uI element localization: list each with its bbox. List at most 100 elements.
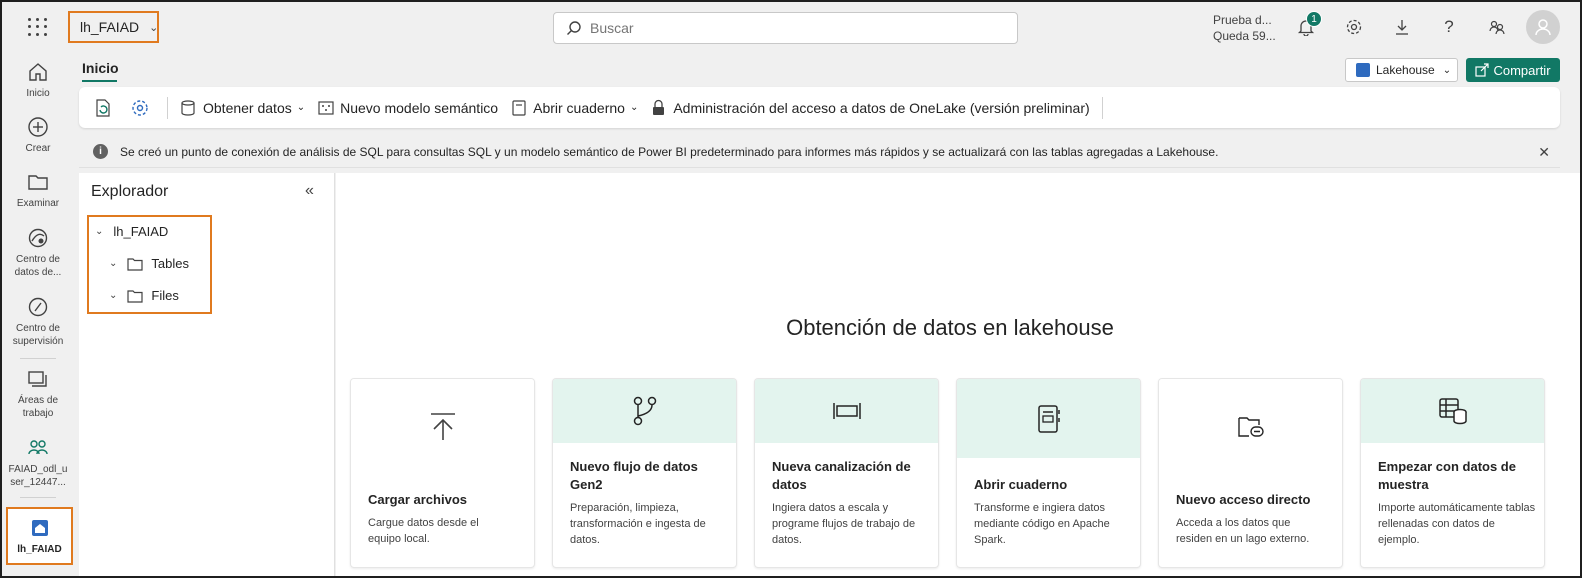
new-semantic-model-button[interactable]: Nuevo modelo semántico (317, 99, 498, 117)
card-data-pipeline[interactable]: Nueva canalización de datos Ingiera dato… (754, 378, 939, 568)
app-launcher-icon[interactable] (26, 16, 48, 38)
ribbon-divider (167, 96, 168, 119)
rail-item-active-lakehouse[interactable]: lh_FAIAD (6, 507, 73, 565)
tree-label: lh_FAIAD (113, 224, 169, 239)
tree-item-lakehouse[interactable]: ⌄ lh_FAIAD (95, 224, 168, 239)
semantic-model-icon (318, 100, 334, 115)
share-button-label: Compartir (1493, 62, 1551, 78)
lakehouse-button-label: Lakehouse (1376, 63, 1435, 77)
notifications-button[interactable]: 1 (1294, 11, 1322, 39)
trial-line-2: Queda 59... (1213, 29, 1276, 43)
card-title: Nuevo acceso directo (1176, 492, 1311, 507)
get-data-label: Obtener datos (203, 99, 292, 116)
open-notebook-label: Abrir cuaderno (533, 99, 625, 116)
info-icon: i (93, 144, 108, 159)
rail-item-monitor[interactable]: Centro de supervisión (2, 296, 74, 348)
search-box[interactable] (553, 12, 1018, 44)
rail-label: Centro de (16, 254, 60, 265)
rail-item-create[interactable]: Crear (2, 116, 74, 155)
explorer-pane: Explorador « ⌄ lh_FAIAD ⌄ Tables ⌄ Files (79, 173, 335, 576)
card-description: Transforme e ingiera datos mediante códi… (974, 502, 1110, 546)
lock-icon (653, 99, 665, 115)
workspace-selector[interactable]: lh_FAIAD ⌄ (68, 11, 159, 43)
search-input[interactable] (590, 20, 990, 36)
tree-item-files[interactable]: ⌄ Files (109, 288, 179, 303)
card-new-shortcut[interactable]: Nuevo acceso directo Acceda a los datos … (1158, 378, 1343, 568)
rail-divider (20, 497, 56, 498)
workspace-name: lh_FAIAD (80, 19, 140, 35)
lakehouse-icon (31, 519, 48, 536)
workspaces-icon (28, 371, 47, 387)
trial-line-1: Prueba d... (1213, 13, 1272, 27)
avatar[interactable] (1526, 10, 1560, 44)
feedback-button[interactable] (1485, 15, 1509, 39)
gear-icon (1346, 19, 1362, 35)
notification-count-badge: 1 (1306, 11, 1322, 27)
trial-status[interactable]: Prueba d... Queda 59... (1213, 12, 1276, 44)
monitor-icon (28, 297, 48, 317)
collapse-pane-icon[interactable]: « (305, 182, 314, 200)
share-button[interactable]: Compartir (1466, 58, 1560, 82)
sample-data-icon (1438, 398, 1467, 425)
card-description: Ingiera datos a escala y programe flujos… (772, 502, 916, 546)
chevron-down-icon: ⌄ (629, 102, 639, 113)
rail-item-workspaces[interactable]: Áreas de trabajo (2, 368, 74, 420)
tree-label: Tables (151, 256, 189, 271)
refresh-button[interactable] (93, 98, 118, 118)
close-icon[interactable]: ✕ (1538, 144, 1550, 161)
settings-button[interactable] (1342, 15, 1366, 39)
rail-label: Centro de (16, 323, 60, 334)
search-icon (567, 21, 581, 35)
rail-label: Inicio (26, 88, 50, 99)
card-upload-files[interactable]: Cargar archivos Cargue datos desde el eq… (350, 378, 535, 568)
rail-label: ser_12447... (10, 477, 66, 488)
workspace-people-icon (28, 440, 48, 455)
card-description: Importe automáticamente tablas rellenada… (1378, 502, 1536, 546)
tab-home[interactable]: Inicio (82, 60, 119, 76)
pipeline-icon (832, 403, 861, 419)
chevron-down-icon: ⌄ (149, 21, 159, 34)
card-title: Abrir cuaderno (974, 477, 1068, 492)
card-open-notebook[interactable]: Abrir cuaderno Transforme e ingiera dato… (956, 378, 1141, 568)
main-area: Inicio Lakehouse ⌄ Compartir Obtener dat… (74, 53, 1580, 576)
card-description: Acceda a los datos que residen en un lag… (1176, 517, 1310, 545)
card-description: Preparación, limpieza, transformación e … (570, 502, 706, 546)
rail-label: supervisión (12, 336, 64, 347)
content-area: Obtención de datos en lakehouse Cargar a… (336, 173, 1580, 576)
download-button[interactable] (1390, 15, 1414, 39)
database-icon (181, 99, 195, 116)
shortcut-icon (1237, 416, 1264, 437)
folder-icon (28, 175, 48, 190)
card-dataflow-gen2[interactable]: Nuevo flujo de datos Gen2 Preparación, l… (552, 378, 737, 568)
info-message: Se creó un punto de conexión de análisis… (120, 144, 1219, 159)
chevron-down-icon: ⌄ (95, 226, 104, 237)
rail-label: datos de... (14, 267, 62, 278)
help-button[interactable]: ? (1437, 15, 1461, 39)
explorer-title: Explorador (91, 183, 169, 200)
rail-item-browse[interactable]: Examinar (2, 171, 74, 210)
chevron-down-icon: ⌄ (109, 258, 118, 269)
card-description: Cargue datos desde el equipo local. (368, 517, 479, 545)
lakehouse-switch-button[interactable]: Lakehouse ⌄ (1345, 58, 1458, 82)
chevron-down-icon: ⌄ (1442, 64, 1452, 76)
card-title: Nuevo flujo de datos Gen2 (570, 459, 698, 492)
download-icon (1396, 20, 1408, 35)
open-notebook-button[interactable]: Abrir cuaderno ⌄ (510, 99, 638, 117)
access-management-button[interactable]: Administración del acceso a datos de One… (650, 99, 1090, 117)
rail-item-user-workspace[interactable]: FAIAD_odl_u ser_12447... (2, 437, 74, 489)
lakehouse-icon (1356, 63, 1370, 77)
rail-item-datahub[interactable]: Centro de datos de... (2, 227, 74, 279)
plus-circle-icon (28, 117, 48, 137)
gear-icon (132, 99, 148, 116)
get-data-button[interactable]: Obtener datos ⌄ (180, 99, 305, 117)
settings-button[interactable] (130, 98, 155, 118)
user-icon (1535, 19, 1551, 36)
home-icon (29, 63, 47, 81)
notebook-icon (512, 99, 526, 116)
card-title: Nueva canalización de datos (772, 459, 911, 492)
folder-icon (127, 289, 143, 303)
card-sample-data[interactable]: Empezar con datos de muestra Importe aut… (1360, 378, 1545, 568)
rail-item-home[interactable]: Inicio (2, 61, 74, 100)
tree-item-tables[interactable]: ⌄ Tables (109, 256, 189, 271)
rail-label: Examinar (16, 198, 60, 209)
